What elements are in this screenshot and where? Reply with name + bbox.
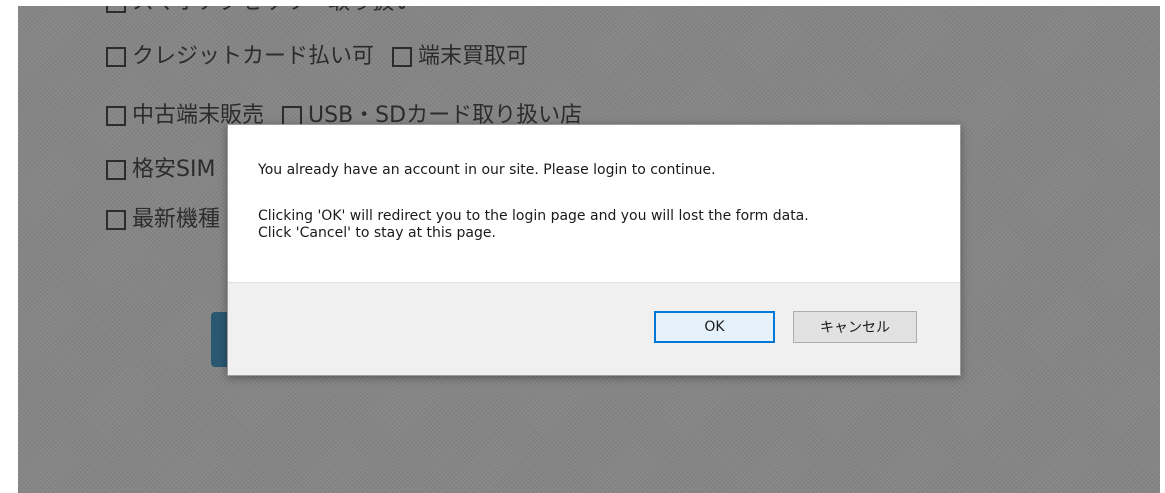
checkbox-icon[interactable]	[106, 47, 126, 67]
checkbox-label: 格安SIM	[132, 157, 216, 182]
checkbox-label: スマホアクセサリー取り扱い	[132, 6, 416, 14]
checkbox-label: クレジットカード払い可	[132, 44, 375, 69]
checkbox-icon[interactable]	[106, 6, 126, 13]
checkbox-option-cheap-sim[interactable]: 格安SIM	[106, 159, 215, 181]
dialog-message-redirect: Clicking 'OK' will redirect you to the l…	[258, 208, 809, 224]
dialog-message-cancel-hint: Click 'Cancel' to stay at this page.	[258, 225, 496, 241]
checkbox-option-credit-card[interactable]: クレジットカード払い可 端末買取可	[106, 46, 528, 68]
checkbox-icon[interactable]	[282, 106, 303, 126]
dialog-message-account-exists: You already have an account in our site.…	[258, 162, 716, 178]
confirm-dialog: You already have an account in our site.…	[227, 124, 961, 376]
checkbox-option-accessories[interactable]: スマホアクセサリー取り扱い	[106, 6, 416, 14]
checkbox-icon[interactable]	[392, 47, 413, 67]
checkbox-icon[interactable]	[106, 210, 126, 230]
dialog-footer: OK キャンセル	[228, 282, 960, 375]
cancel-button[interactable]: キャンセル	[793, 311, 917, 343]
checkbox-icon[interactable]	[106, 106, 126, 126]
checkbox-label: 端末買取可	[418, 44, 529, 69]
dialog-body: You already have an account in our site.…	[228, 125, 960, 282]
ok-button[interactable]: OK	[654, 311, 775, 343]
checkbox-icon[interactable]	[106, 160, 126, 180]
checkbox-option-latest-models[interactable]: 最新機種	[106, 209, 220, 231]
checkbox-label: 最新機種	[132, 207, 221, 232]
